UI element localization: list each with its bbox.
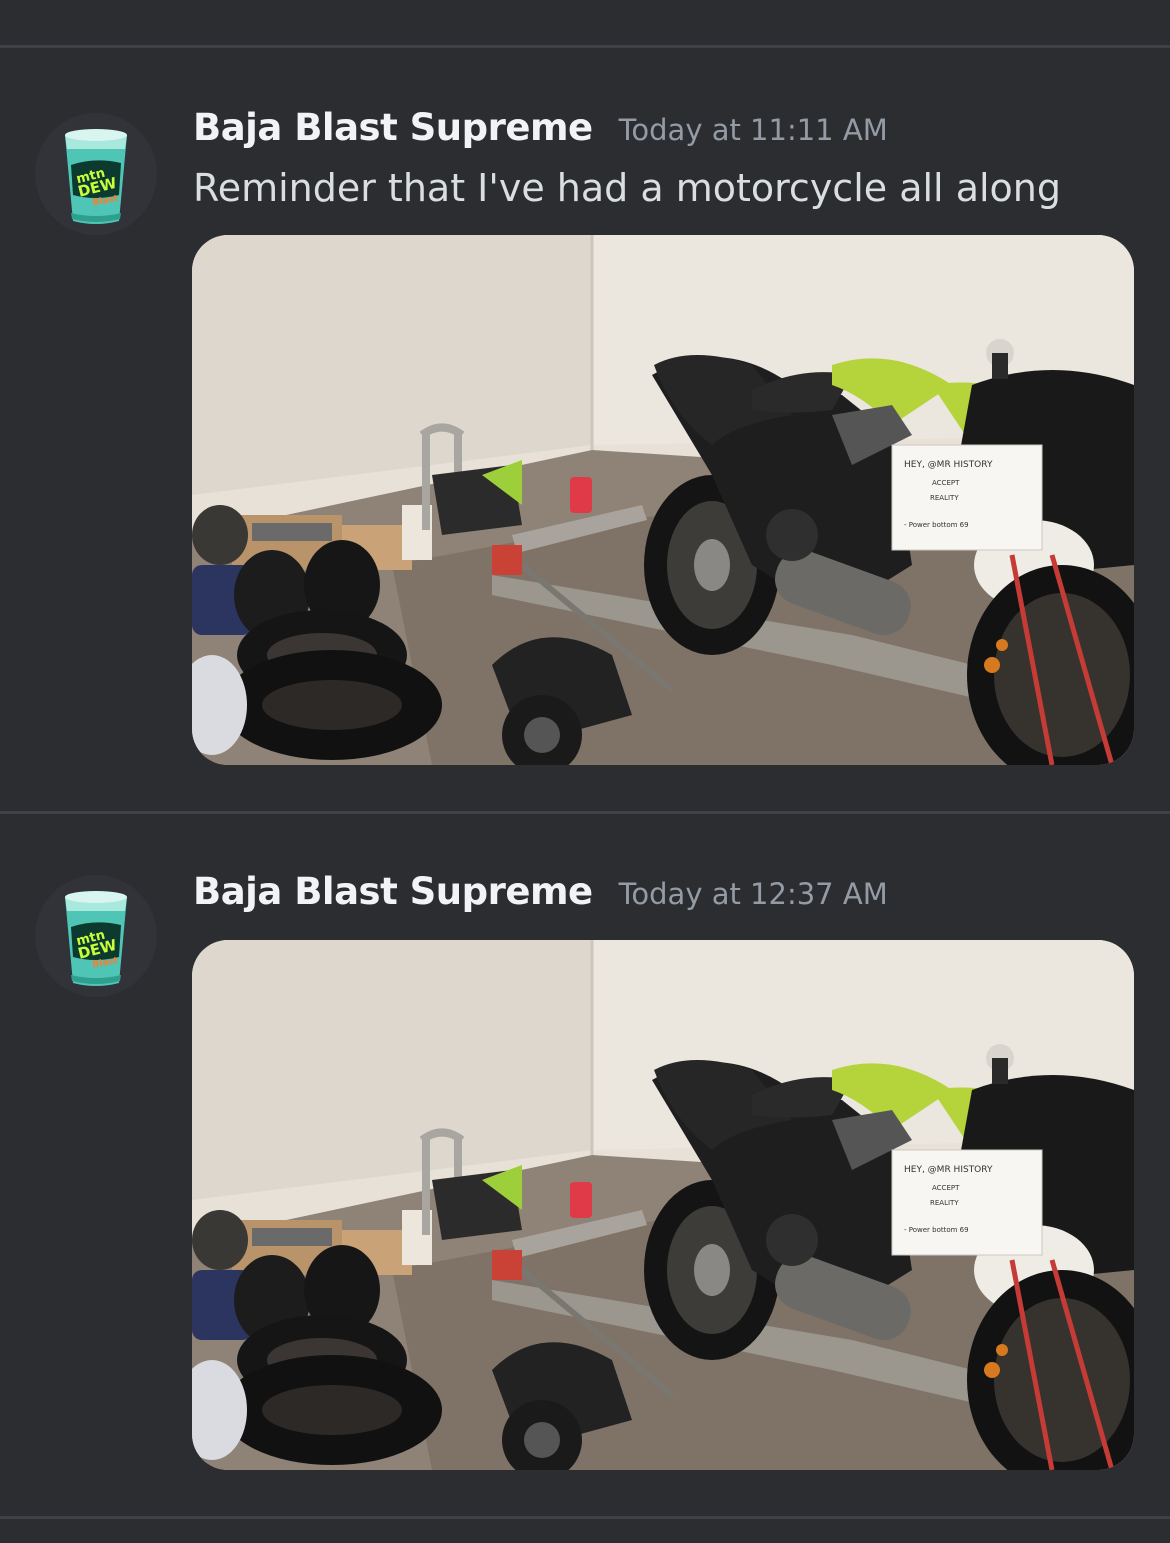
motorcycle-in-garage-photo: [192, 940, 1134, 1470]
bottom-divider: [0, 1516, 1170, 1519]
message-header: Baja Blast Supreme Today at 11:11 AM: [193, 106, 888, 149]
message-timestamp[interactable]: Today at 12:37 AM: [619, 877, 888, 911]
avatar[interactable]: [35, 113, 157, 235]
author-username[interactable]: Baja Blast Supreme: [193, 870, 593, 913]
mtn-dew-baja-blast-cup-icon: [35, 875, 157, 997]
top-divider: [0, 45, 1170, 48]
image-attachment[interactable]: [192, 235, 1134, 765]
message-divider: [0, 811, 1170, 814]
message-content: Reminder that I've had a motorcycle all …: [193, 166, 1061, 210]
message-header: Baja Blast Supreme Today at 12:37 AM: [193, 870, 888, 913]
image-attachment[interactable]: [192, 940, 1134, 1470]
message-timestamp[interactable]: Today at 11:11 AM: [619, 113, 888, 147]
motorcycle-in-garage-photo: [192, 235, 1134, 765]
avatar[interactable]: [35, 875, 157, 997]
author-username[interactable]: Baja Blast Supreme: [193, 106, 593, 149]
mtn-dew-baja-blast-cup-icon: [35, 113, 157, 235]
